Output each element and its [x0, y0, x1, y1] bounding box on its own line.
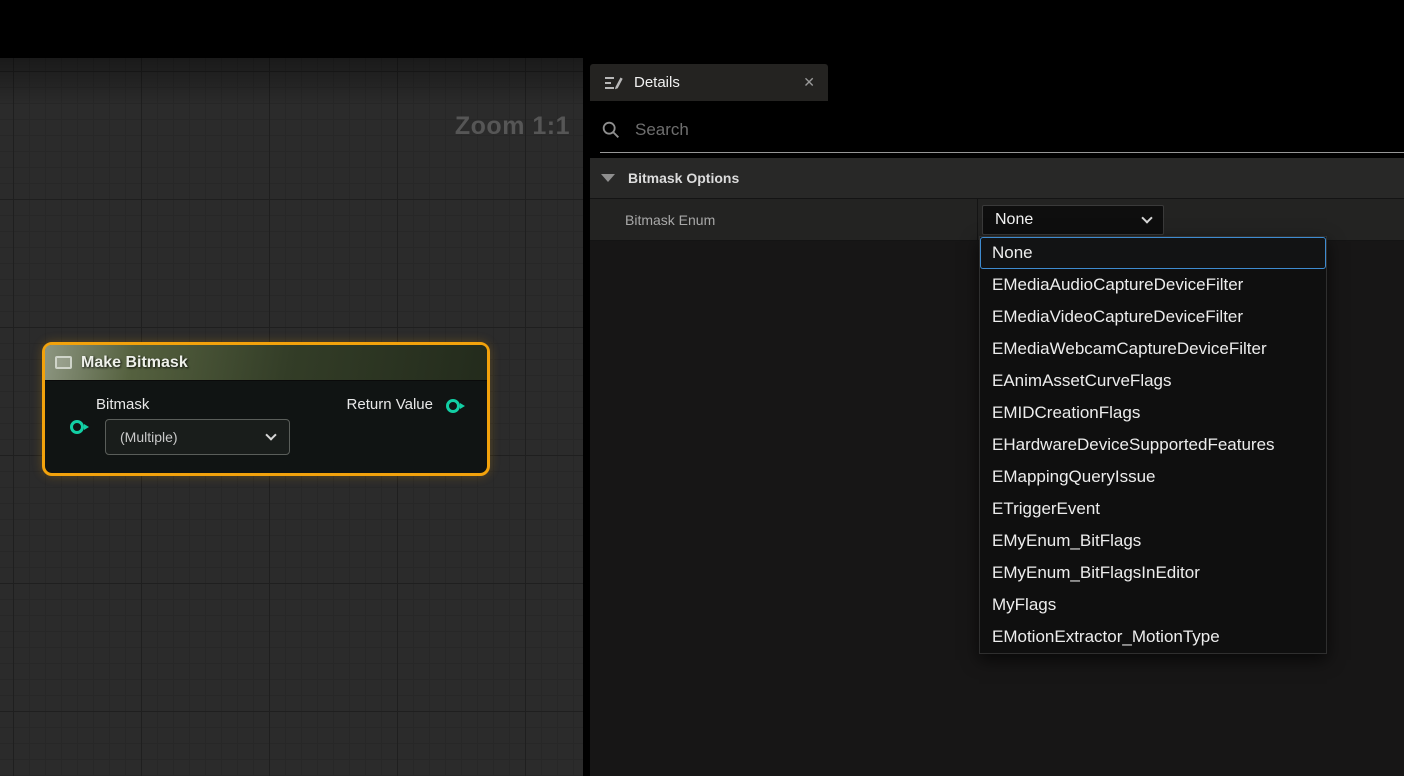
chevron-down-icon — [265, 429, 276, 440]
dropdown-option[interactable]: EHardwareDeviceSupportedFeatures — [980, 429, 1326, 461]
close-icon[interactable]: ✕ — [803, 74, 815, 91]
dropdown-option[interactable]: EAnimAssetCurveFlags — [980, 365, 1326, 397]
details-panel: Details ✕ Bitmask Options Bitmask Enum N… — [583, 0, 1404, 776]
blueprint-graph-canvas[interactable]: Zoom 1:1 Make Bitmask Bitmask (Multiple)… — [0, 58, 583, 776]
dropdown-option[interactable]: EMyEnum_BitFlagsInEditor — [980, 557, 1326, 589]
tab-label: Details — [634, 74, 680, 91]
make-struct-icon — [55, 356, 72, 369]
dropdown-option[interactable]: EMediaVideoCaptureDeviceFilter — [980, 301, 1326, 333]
dropdown-option[interactable]: ETriggerEvent — [980, 493, 1326, 525]
return-value-label: Return Value — [347, 396, 433, 413]
property-label: Bitmask Enum — [590, 212, 715, 228]
node-title: Make Bitmask — [81, 354, 188, 372]
chevron-down-icon — [1141, 212, 1152, 223]
dropdown-option[interactable]: EMappingQueryIssue — [980, 461, 1326, 493]
selected-value: None — [995, 211, 1033, 229]
bitmask-value-text: (Multiple) — [120, 429, 178, 445]
dropdown-option[interactable]: EMediaAudioCaptureDeviceFilter — [980, 269, 1326, 301]
return-value-output-pin[interactable] — [446, 399, 460, 413]
collapse-arrow-icon — [601, 174, 615, 182]
node-header[interactable]: Make Bitmask — [45, 345, 487, 381]
make-bitmask-node[interactable]: Make Bitmask Bitmask (Multiple) Return V… — [42, 342, 490, 476]
dropdown-option[interactable]: MyFlags — [980, 589, 1326, 621]
details-icon — [603, 74, 623, 92]
column-divider[interactable] — [977, 199, 978, 240]
search-icon — [600, 119, 622, 141]
bitmask-value-dropdown[interactable]: (Multiple) — [105, 419, 290, 455]
unreal-editor-window: Zoom 1:1 Make Bitmask Bitmask (Multiple)… — [0, 0, 1404, 776]
dropdown-option[interactable]: EMyEnum_BitFlags — [980, 525, 1326, 557]
search-bar — [600, 108, 1404, 153]
bitmask-pin-label: Bitmask — [96, 396, 149, 413]
zoom-indicator: Zoom 1:1 — [455, 112, 570, 141]
dropdown-option[interactable]: EMediaWebcamCaptureDeviceFilter — [980, 333, 1326, 365]
section-label: Bitmask Options — [628, 170, 739, 186]
section-bitmask-options[interactable]: Bitmask Options — [590, 158, 1404, 199]
dropdown-option[interactable]: None — [980, 237, 1326, 269]
enum-dropdown-menu: None EMediaAudioCaptureDeviceFilter EMed… — [979, 236, 1327, 654]
dropdown-option[interactable]: EMotionExtractor_MotionType — [980, 621, 1326, 653]
bitmask-enum-dropdown[interactable]: None — [982, 205, 1164, 235]
bitmask-input-pin[interactable] — [70, 420, 84, 434]
search-input[interactable] — [635, 120, 1404, 140]
tab-details[interactable]: Details ✕ — [590, 64, 828, 101]
dropdown-option[interactable]: EMIDCreationFlags — [980, 397, 1326, 429]
